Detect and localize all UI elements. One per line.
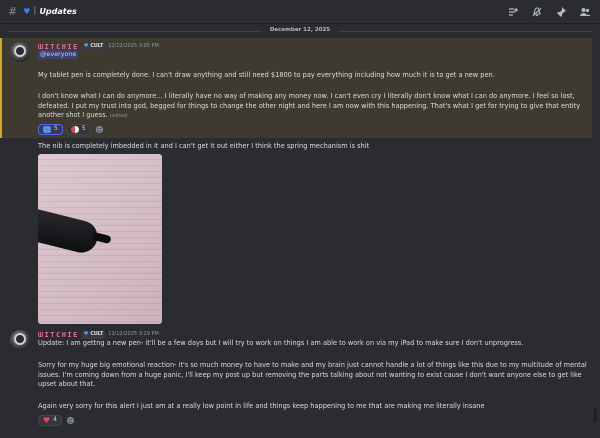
reaction-heart[interactable]: ♥ 4 (38, 415, 62, 426)
header-toolbar (506, 5, 592, 19)
channel-hash-icon: # (8, 4, 18, 18)
reaction-count: 5 (54, 125, 58, 133)
reaction-count: 5 (81, 125, 86, 133)
members-icon[interactable] (578, 5, 592, 19)
sad-face-emoji-icon (43, 126, 51, 133)
blue-heart-icon: ♥ (23, 6, 31, 16)
avatar[interactable] (10, 42, 30, 62)
channel-header: # ♥ | Updates (0, 0, 600, 24)
mute-icon[interactable] (530, 5, 544, 19)
everyone-mention[interactable]: @everyone (38, 50, 79, 60)
message-paragraph: Sorry for my huge big emotional reaction… (38, 361, 587, 389)
message-followup: The nib is completely imbedded in it and… (38, 142, 370, 150)
message-line: My tablet pen is completely done. I can'… (38, 71, 495, 79)
reaction-pill[interactable]: 5 (65, 124, 91, 135)
pin-icon[interactable] (554, 5, 568, 19)
server-tag[interactable]: ♥ CULT (81, 331, 106, 340)
date-divider-label: December 12, 2025 (269, 27, 331, 34)
channel-separator: | (33, 5, 37, 16)
reactions-bar: ♥ 4 (38, 415, 76, 426)
add-reaction-icon[interactable] (94, 124, 105, 135)
divider-line (8, 30, 262, 32)
edited-label: (edited) (109, 114, 128, 120)
channel-name: Updates (39, 6, 77, 16)
reaction-sad[interactable]: 5 (38, 124, 63, 135)
add-reaction-icon[interactable] (65, 415, 76, 426)
message-paragraph: Again very sorry for this alert I just a… (38, 402, 485, 410)
image-attachment[interactable] (38, 154, 162, 324)
timestamp: 12/12/2025 3:29 PM (108, 331, 159, 338)
tag-heart-icon: ♥ (83, 331, 89, 338)
reactions-bar: 5 5 (38, 124, 105, 135)
heart-emoji-icon: ♥ (43, 415, 51, 425)
date-divider: December 12, 2025 (8, 25, 592, 37)
message-content: @everyone (38, 50, 588, 60)
message-paragraph: I don't know what I can do anymore... I … (38, 92, 588, 121)
scrollbar-thumb[interactable] (594, 408, 597, 422)
message-paragraph: Update: I am gettng a new pen- it'll be … (38, 339, 524, 347)
threads-icon[interactable] (506, 5, 520, 19)
divider-line (338, 30, 592, 32)
pill-emoji-icon (70, 126, 79, 133)
avatar[interactable] (10, 330, 30, 350)
server-tag-label: CULT (90, 331, 104, 337)
reaction-count: 4 (53, 416, 57, 424)
